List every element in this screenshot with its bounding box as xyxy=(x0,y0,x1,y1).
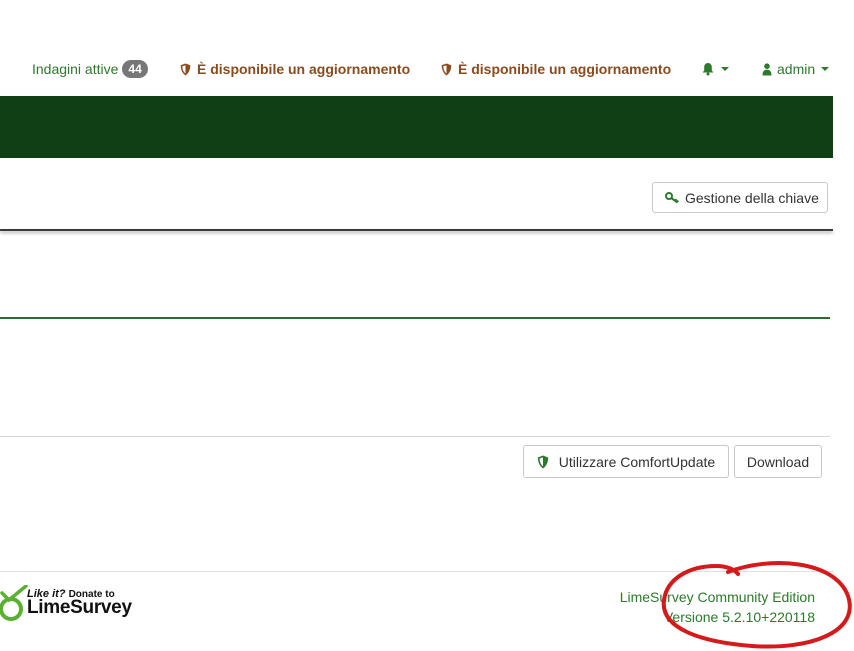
nav-update-available-2[interactable]: È disponibile un aggiornamento xyxy=(441,50,671,88)
update-notice-label-1: È disponibile un aggiornamento xyxy=(197,61,411,77)
key-management-label: Gestione della chiave xyxy=(685,189,819,206)
nav-separator-stub: - xyxy=(0,50,1,88)
donate-brand: LimeSurvey xyxy=(27,597,132,618)
user-menu-label: admin xyxy=(777,61,816,77)
chevron-down-icon xyxy=(821,67,830,71)
download-label: Download xyxy=(746,453,810,470)
nav-active-surveys[interactable]: Indagini attive 44 xyxy=(32,50,148,88)
limesurvey-logo-icon xyxy=(0,585,28,621)
toolbar-divider xyxy=(0,229,833,231)
section-divider xyxy=(0,317,830,319)
active-surveys-count-badge: 44 xyxy=(122,60,148,78)
nav-update-available-1[interactable]: È disponibile un aggiornamento xyxy=(180,50,410,88)
donate-limesurvey-link[interactable]: Like it? Donate to LimeSurvey xyxy=(0,585,132,625)
notifications-dropdown[interactable] xyxy=(701,50,729,88)
user-menu-dropdown[interactable]: admin xyxy=(762,50,830,88)
shield-icon xyxy=(441,63,452,76)
top-navbar: - Indagini attive 44 È disponibile un ag… xyxy=(0,50,854,88)
footer-divider xyxy=(0,571,834,572)
update-notice-label-2: È disponibile un aggiornamento xyxy=(458,61,672,77)
nav-active-surveys-label: Indagini attive xyxy=(32,61,119,77)
key-management-button[interactable]: Gestione della chiave xyxy=(652,182,828,213)
shield-icon xyxy=(537,455,549,469)
bell-icon xyxy=(701,62,715,76)
shield-icon xyxy=(180,63,191,76)
actions-divider xyxy=(0,436,830,437)
download-button[interactable]: Download xyxy=(734,445,822,478)
user-icon xyxy=(762,62,772,76)
key-icon xyxy=(665,191,680,204)
chevron-down-icon xyxy=(721,67,729,71)
comfortupdate-button[interactable]: Utilizzare ComfortUpdate xyxy=(523,445,729,478)
page-header-bar xyxy=(0,96,833,158)
page: - Indagini attive 44 È disponibile un ag… xyxy=(0,0,854,651)
version-text: Versione 5.2.10+220118 xyxy=(663,609,815,625)
edition-link[interactable]: LimeSurvey Community Edition xyxy=(620,589,815,605)
comfortupdate-label: Utilizzare ComfortUpdate xyxy=(558,453,716,470)
